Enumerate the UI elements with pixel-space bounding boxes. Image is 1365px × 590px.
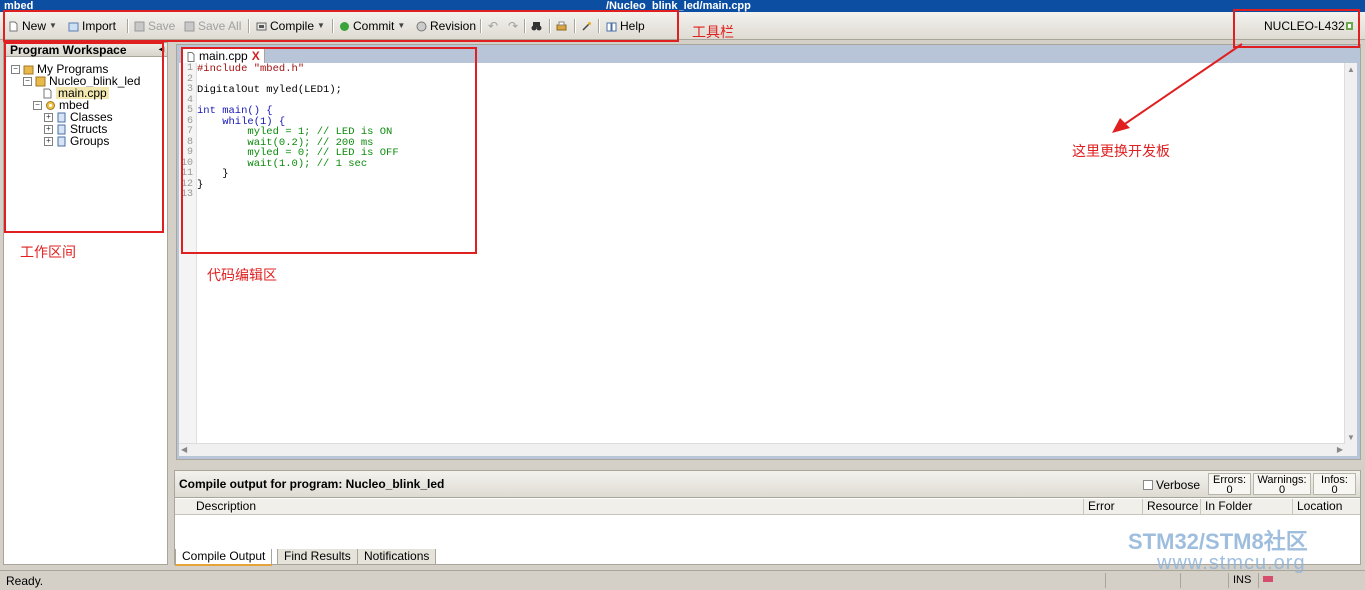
board-highlight xyxy=(1233,9,1360,48)
verbose-label: Verbose xyxy=(1156,478,1201,492)
column-description[interactable]: Description xyxy=(192,499,256,514)
scroll-down-icon[interactable]: ▼ xyxy=(1347,433,1355,442)
editor-highlight xyxy=(181,47,477,254)
column-location[interactable]: Location xyxy=(1292,499,1342,514)
tab-notifications[interactable]: Notifications xyxy=(357,549,437,565)
status-flag-icon xyxy=(1258,573,1283,588)
errors-value: 0 xyxy=(1226,484,1233,496)
workspace-annotation: 工作区间 xyxy=(20,245,76,261)
toolbar-highlight xyxy=(3,10,679,42)
errors-counter: Errors: 0 xyxy=(1208,473,1251,496)
toolbar-annotation: 工具栏 xyxy=(692,25,734,41)
infos-counter: Infos: 0 xyxy=(1313,473,1356,496)
warnings-value: 0 xyxy=(1278,484,1286,496)
watermark-text: STM32/STM8社区 xyxy=(1128,529,1308,554)
vertical-scrollbar[interactable]: ▲ ▼ xyxy=(1344,63,1357,456)
column-error[interactable]: Error xyxy=(1083,499,1115,514)
board-annotation: 这里更换开发板 xyxy=(1072,144,1170,160)
horizontal-scrollbar[interactable]: ◀ ▶ xyxy=(179,443,1345,456)
scroll-left-icon[interactable]: ◀ xyxy=(181,445,187,454)
arrow-icon xyxy=(1112,43,1243,133)
infos-value: 0 xyxy=(1331,484,1338,496)
column-resource[interactable]: Resource xyxy=(1142,499,1198,514)
status-cell xyxy=(1180,573,1205,588)
checkbox-icon[interactable] xyxy=(1143,480,1153,490)
editor-annotation: 代码编辑区 xyxy=(207,268,277,284)
workspace-highlight xyxy=(4,42,164,233)
status-cell xyxy=(1105,573,1150,588)
tab-find-results[interactable]: Find Results xyxy=(277,549,358,565)
output-columns: Description Error Resource In Folder Loc… xyxy=(175,499,1360,515)
insert-mode: INS xyxy=(1228,573,1257,588)
warnings-counter: Warnings: 0 xyxy=(1253,473,1311,496)
status-text: Ready. xyxy=(6,574,44,588)
tab-compile-output[interactable]: Compile Output xyxy=(175,549,273,566)
watermark-url: www.stmcu.org xyxy=(1157,552,1306,574)
verbose-checkbox[interactable]: Verbose xyxy=(1143,478,1200,492)
output-title: Compile output for program: Nucleo_blink… xyxy=(179,477,445,491)
flag-icon xyxy=(1263,576,1273,582)
scroll-up-icon[interactable]: ▲ xyxy=(1347,65,1355,74)
column-in-folder[interactable]: In Folder xyxy=(1200,499,1252,514)
output-header: Compile output for program: Nucleo_blink… xyxy=(175,471,1360,498)
scroll-right-icon[interactable]: ▶ xyxy=(1337,445,1343,454)
